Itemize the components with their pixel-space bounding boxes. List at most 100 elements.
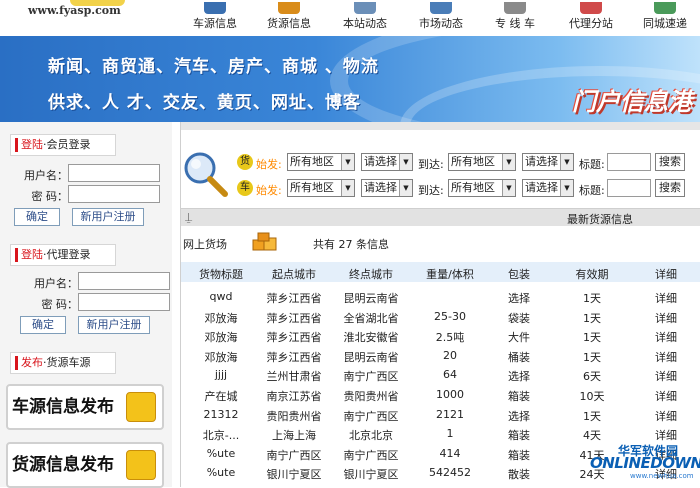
table-row[interactable]: 产在城 南京江苏省 贵阳贵州省 1000 箱装 10天 详细	[181, 386, 700, 405]
table-cell: 1天	[583, 311, 601, 325]
table-row[interactable]: 邓放海 萍乡江西省 淮北安徽省 2.5吨 大件 1天 详细	[181, 327, 700, 346]
detail-link[interactable]: 详细	[633, 290, 699, 306]
banner-services-line-2: 供求、人 才、交友、黄页、网址、博客	[48, 93, 361, 113]
table-row[interactable]: 邓放海 萍乡江西省 昆明云南省 20 桶装 1天 详细	[181, 347, 700, 366]
detail-link[interactable]: 详细	[633, 329, 699, 345]
nav-item-label: 代理分站	[569, 17, 613, 30]
banner-services-line-1: 新闻、商贸通、汽车、房产、商城 、物流	[48, 57, 379, 77]
chevron-down-icon: ▼	[560, 180, 573, 196]
depart-label: 始发:	[256, 184, 282, 197]
search-button[interactable]: 搜索	[655, 179, 685, 197]
table-row[interactable]: qwd 萍乡江西省 昆明云南省 选择 1天 详细	[181, 288, 700, 307]
member-password-input[interactable]	[68, 185, 160, 203]
nav-item[interactable]: 市场动态	[406, 0, 476, 36]
table-cell[interactable]: qwd	[183, 290, 259, 303]
table-cell[interactable]: 邓放海	[183, 329, 259, 345]
search-button[interactable]: 搜索	[655, 153, 685, 171]
table-cell: 南宁广西区	[266, 448, 322, 462]
table-cell[interactable]: %ute	[183, 447, 259, 460]
detail-link[interactable]: 详细	[633, 368, 699, 384]
table-cell: 箱装	[508, 429, 530, 443]
arrive-label: 到达:	[418, 184, 444, 197]
nav-item[interactable]: 车源信息	[180, 0, 250, 36]
depart-city-select[interactable]: 请选择 ▼	[361, 153, 413, 171]
title-search-input[interactable]	[607, 153, 651, 171]
table-cell[interactable]: 产在城	[183, 388, 259, 404]
table-cell: 昆明云南省	[343, 292, 399, 305]
chevron-down-icon: ▼	[560, 154, 573, 170]
site-domain[interactable]: www.fyasp.com	[28, 4, 121, 17]
latest-cargo-bar: ⍊ 最新货源信息	[181, 208, 700, 226]
vehicle-publish-label: 车源信息发布	[12, 397, 114, 417]
table-cell: 全省湖北省	[343, 311, 399, 325]
nav-item[interactable]: 专 线 车	[480, 0, 550, 36]
member-login-ok-button[interactable]: 确定	[14, 208, 60, 226]
table-cell: 萍乡江西省	[266, 331, 322, 345]
top-nav: www.fyasp.com 车源信息 货源信息 本站动态 市场动态 专 线 车 代理分站 同…	[0, 0, 700, 36]
table-cell[interactable]: 21312	[183, 408, 259, 421]
table-cell: 南宁广西区	[343, 409, 399, 423]
member-username-input[interactable]	[68, 164, 160, 182]
member-password-row: 密 码：	[0, 185, 172, 205]
nav-item[interactable]: 代理分站	[556, 0, 626, 36]
depart-city-select[interactable]: 请选择 ▼	[361, 179, 413, 197]
table-cell: 银川宁夏区	[343, 468, 399, 482]
member-password-label: 密 码：	[31, 190, 69, 203]
nav-item[interactable]: 货源信息	[254, 0, 324, 36]
table-cell[interactable]: %ute	[183, 466, 259, 479]
depart-area-select[interactable]: 所有地区 ▼	[287, 153, 355, 171]
table-cell[interactable]: jjjj	[183, 368, 259, 381]
agent-username-input[interactable]	[78, 272, 170, 290]
table-cell: 1天	[583, 331, 601, 345]
table-cell: 散装	[508, 468, 530, 482]
online-cargo-label: 网上货场	[183, 238, 227, 251]
arrive-city-select[interactable]: 请选择 ▼	[522, 179, 574, 197]
search-row: 车始发: 所有地区 ▼ 请选择 ▼ 到达: 所有地区 ▼ 请选择 ▼ 标题: 搜索	[181, 178, 700, 200]
table-cell: 1	[446, 427, 454, 441]
chevron-down-icon: ▼	[399, 180, 412, 196]
detail-link[interactable]: 详细	[633, 408, 699, 424]
agent-username-label: 用户名：	[34, 277, 78, 290]
agent-password-row: 密 码：	[0, 293, 172, 313]
table-column-header: 起点城市	[272, 268, 316, 281]
title-label: 标题:	[579, 184, 605, 197]
depart-area-select[interactable]: 所有地区 ▼	[287, 179, 355, 197]
nav-item[interactable]: 同城速递	[630, 0, 700, 36]
cargo-info-publish-button[interactable]: 货源信息发布	[6, 442, 164, 488]
content-top-strip	[181, 122, 700, 130]
title-search-input[interactable]	[607, 179, 651, 197]
agent-register-button[interactable]: 新用户注册	[78, 316, 150, 334]
table-cell: 414	[439, 446, 461, 460]
header-text: ·代理登录	[43, 248, 91, 261]
table-cell: 1天	[583, 350, 601, 364]
vehicle-info-publish-button[interactable]: 车源信息发布	[6, 384, 164, 430]
agent-login-ok-button[interactable]: 确定	[20, 316, 66, 334]
header-accent-bar	[15, 138, 18, 152]
detail-link[interactable]: 详细	[633, 388, 699, 404]
depart-label: 始发:	[256, 158, 282, 171]
table-cell: 选择	[508, 292, 530, 305]
header-red-text: 登陆	[21, 248, 43, 261]
arrive-city-select[interactable]: 请选择 ▼	[522, 153, 574, 171]
table-cell[interactable]: 邓放海	[183, 349, 259, 365]
chevron-down-icon: ▼	[502, 154, 515, 170]
news-icon	[354, 2, 376, 14]
table-column-header: 包装	[508, 268, 530, 281]
detail-link[interactable]: 详细	[633, 310, 699, 326]
member-register-button[interactable]: 新用户注册	[72, 208, 144, 226]
table-cell: 兰州甘肃省	[266, 370, 322, 384]
table-cell[interactable]: 北京-...	[183, 427, 259, 443]
agent-password-input[interactable]	[78, 293, 170, 311]
member-login-header: 登陆·会员登录	[10, 134, 116, 156]
detail-link[interactable]: 详细	[633, 427, 699, 443]
table-row[interactable]: 邓放海 萍乡江西省 全省湖北省 25-30 袋装 1天 详细	[181, 308, 700, 327]
detail-link[interactable]: 详细	[633, 349, 699, 365]
arrive-area-select[interactable]: 所有地区 ▼	[448, 179, 516, 197]
nav-item[interactable]: 本站动态	[330, 0, 400, 36]
table-row[interactable]: 21312 贵阳贵州省 南宁广西区 2121 选择 1天 详细	[181, 406, 700, 425]
table-cell[interactable]: 邓放海	[183, 310, 259, 326]
arrive-area-select[interactable]: 所有地区 ▼	[448, 153, 516, 171]
table-cell: 20	[443, 348, 457, 362]
table-row[interactable]: jjjj 兰州甘肃省 南宁广西区 64 选择 6天 详细	[181, 366, 700, 385]
nav-item-label: 专 线 车	[495, 17, 535, 30]
